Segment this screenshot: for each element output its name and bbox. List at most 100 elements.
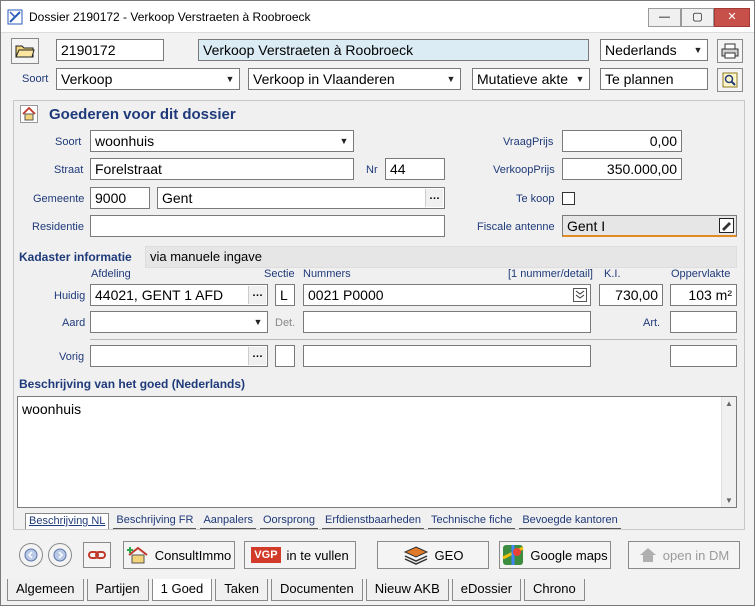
tab-edossier[interactable]: eDossier: [451, 579, 522, 601]
vertical-scrollbar[interactable]: ▲ ▼: [721, 397, 736, 507]
fiscale-antenne-value: Gent I: [567, 218, 606, 234]
nummers-header: Nummers: [303, 268, 351, 280]
consultimmo-label: ConsultImmo: [154, 547, 232, 563]
previous-button[interactable]: [19, 543, 43, 567]
print-button[interactable]: [717, 39, 743, 63]
oppervlakte-field[interactable]: 103 m²: [670, 284, 737, 306]
tab-goed[interactable]: 1 Goed: [151, 579, 213, 601]
art-field[interactable]: [670, 311, 737, 333]
aard-select[interactable]: ▼: [90, 311, 268, 333]
tekoop-checkbox[interactable]: [562, 192, 575, 205]
tab-documenten[interactable]: Documenten: [270, 579, 363, 601]
subtab-technische-fiche[interactable]: Technische fiche: [428, 513, 516, 529]
vorig-nummers-field[interactable]: [303, 345, 591, 367]
ki-field[interactable]: 730,00: [599, 284, 663, 306]
vorig-sectie-field[interactable]: [275, 345, 295, 367]
huidig-label: Huidig: [54, 290, 86, 302]
geo-button[interactable]: GEO: [377, 541, 489, 569]
goed-soort-label: Soort: [55, 136, 82, 148]
chevron-down-icon: ▼: [253, 317, 263, 327]
subtab-bevoegde-kantoren[interactable]: Bevoegde kantoren: [519, 513, 621, 529]
dossier-title-field[interactable]: Verkoop Verstraeten à Roobroeck: [198, 39, 589, 61]
afdeling-value: 44021, GENT 1 AFD: [95, 287, 224, 303]
next-button[interactable]: [48, 543, 72, 567]
folder-icon: [15, 45, 35, 58]
dossier-number-field[interactable]: 2190172: [56, 39, 164, 61]
language-value: Nederlands: [605, 42, 677, 58]
dossier-subsoort-value: Verkoop in Vlaanderen: [253, 71, 395, 87]
scroll-down-icon[interactable]: ▼: [722, 496, 736, 505]
postcode-field[interactable]: 9000: [90, 187, 150, 209]
nummers-field[interactable]: 0021 P0000: [303, 284, 591, 306]
straat-field[interactable]: Forelstraat: [90, 158, 354, 180]
chevron-down-icon: ▼: [339, 136, 349, 146]
fiscale-antenne-field[interactable]: Gent I: [562, 215, 737, 237]
search-button[interactable]: [717, 68, 743, 92]
ellipsis-icon[interactable]: …: [425, 189, 443, 207]
tab-partijen[interactable]: Partijen: [86, 579, 149, 601]
vorig-oppervlakte-field[interactable]: [670, 345, 737, 367]
consultimmo-house-icon: [126, 546, 148, 564]
verkoopprijs-label: VerkoopPrijs: [493, 164, 555, 176]
beschrijving-subtabs: Beschrijving NL Beschrijving FR Aanpaler…: [25, 513, 625, 529]
akte-type-select[interactable]: Mutatieve akte ▼: [472, 68, 590, 90]
tab-algemeen[interactable]: Algemeen: [7, 579, 84, 601]
layers-icon: [403, 546, 428, 565]
minimize-button[interactable]: —: [648, 8, 681, 27]
vraagprijs-field[interactable]: 0,00: [562, 130, 682, 152]
edit-icon[interactable]: [719, 218, 734, 233]
residentie-field[interactable]: [90, 215, 445, 237]
verkoopprijs-field[interactable]: 350.000,00: [562, 158, 682, 180]
status-field[interactable]: Te plannen: [600, 68, 708, 90]
tab-taken[interactable]: Taken: [215, 579, 268, 601]
ellipsis-icon[interactable]: …: [248, 286, 266, 304]
afdeling-field[interactable]: 44021, GENT 1 AFD …: [90, 284, 268, 306]
link-button[interactable]: [83, 542, 111, 568]
vgp-badge-icon: VGP: [251, 547, 281, 563]
dossier-subsoort-select[interactable]: Verkoop in Vlaanderen ▼: [248, 68, 461, 90]
close-button[interactable]: ✕: [714, 8, 750, 27]
subtab-beschrijving-nl[interactable]: Beschrijving NL: [25, 513, 110, 529]
vorig-afdeling-field[interactable]: …: [90, 345, 268, 367]
tekoop-label: Te koop: [516, 193, 555, 205]
det-field[interactable]: [303, 311, 591, 333]
beschrijving-textarea[interactable]: woonhuis ▲ ▼: [17, 396, 737, 508]
dossier-soort-select[interactable]: Verkoop ▼: [56, 68, 240, 90]
open-folder-button[interactable]: [11, 38, 39, 64]
kadaster-source: via manuele ingave: [145, 246, 737, 268]
scroll-up-icon[interactable]: ▲: [722, 399, 736, 408]
nummer-detail-link[interactable]: [1 nummer/detail]: [508, 268, 593, 280]
subtab-aanpalers[interactable]: Aanpalers: [200, 513, 256, 529]
subtab-oorsprong[interactable]: Oorsprong: [260, 513, 318, 529]
goederen-section-title: Goederen voor dit dossier: [49, 106, 236, 123]
vraagprijs-label: VraagPrijs: [503, 136, 554, 148]
nr-field[interactable]: 44: [385, 158, 445, 180]
nr-label: Nr: [366, 164, 378, 176]
google-maps-button[interactable]: Google maps: [499, 541, 611, 569]
language-select[interactable]: Nederlands ▼: [600, 39, 708, 61]
open-in-dm-button[interactable]: open in DM: [628, 541, 740, 569]
tab-nieuw-akb[interactable]: Nieuw AKB: [365, 579, 449, 601]
open-in-dm-label: open in DM: [662, 547, 730, 563]
expand-down-icon[interactable]: [573, 288, 587, 302]
gemeente-label: Gemeente: [33, 193, 85, 205]
sectie-field[interactable]: L: [275, 284, 295, 306]
goed-soort-select[interactable]: woonhuis ▼: [90, 130, 354, 152]
tab-chrono[interactable]: Chrono: [524, 579, 585, 601]
divider: [90, 339, 737, 340]
ellipsis-icon[interactable]: …: [248, 347, 266, 365]
printer-icon: [721, 43, 739, 59]
chevron-down-icon: ▼: [575, 74, 585, 84]
subtab-beschrijving-fr[interactable]: Beschrijving FR: [113, 513, 197, 529]
art-label: Art.: [643, 317, 661, 329]
vgp-button[interactable]: VGP in te vullen: [244, 541, 356, 569]
app-logo-icon: [7, 9, 23, 25]
dossier-soort-value: Verkoop: [61, 71, 113, 87]
consultimmo-button[interactable]: ConsultImmo: [123, 541, 235, 569]
geo-label: GEO: [434, 547, 464, 563]
gemeente-field[interactable]: Gent …: [157, 187, 445, 209]
chevron-down-icon: ▼: [446, 74, 456, 84]
subtab-erfdienstbaarheden[interactable]: Erfdienstbaarheden: [321, 513, 424, 529]
chevron-down-icon: ▼: [693, 45, 703, 55]
maximize-button[interactable]: ▢: [681, 8, 714, 27]
